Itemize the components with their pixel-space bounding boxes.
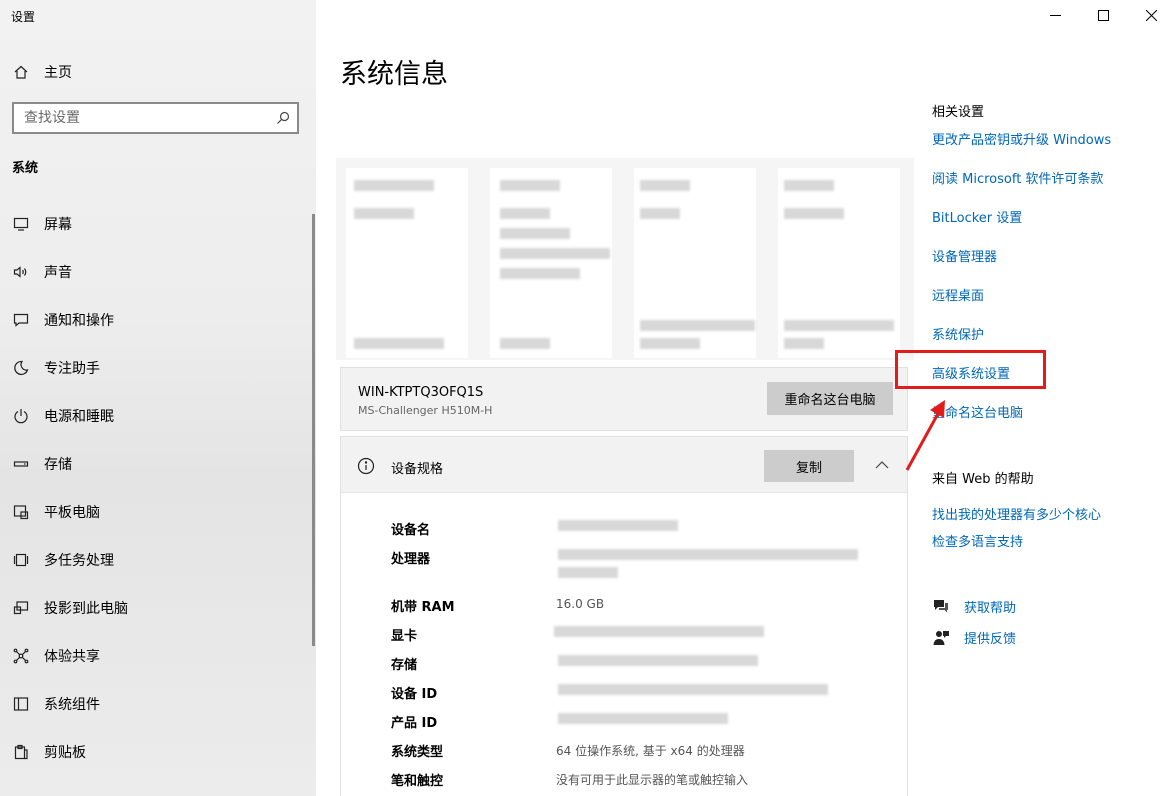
spec-label: 系统类型 bbox=[391, 745, 444, 760]
pc-name: WIN-KTPTQ3OFQ1S bbox=[358, 385, 484, 400]
spec-label: 产品 ID bbox=[391, 716, 438, 731]
arrow-annotation-icon bbox=[905, 400, 945, 471]
rename-pc-button[interactable]: 重命名这台电脑 bbox=[767, 382, 893, 415]
section-header-system: 系统 bbox=[12, 161, 39, 176]
clipboard-icon bbox=[12, 743, 30, 761]
moon-icon bbox=[12, 359, 30, 377]
security-cards bbox=[336, 158, 914, 360]
search-icon[interactable] bbox=[275, 110, 291, 126]
project-icon bbox=[12, 599, 30, 617]
sidebar-item-display[interactable]: 屏幕 bbox=[0, 200, 316, 248]
security-card[interactable] bbox=[778, 168, 900, 358]
close-icon bbox=[1145, 9, 1157, 21]
feedback-icon bbox=[933, 630, 949, 645]
related-settings-title: 相关设置 bbox=[932, 105, 985, 120]
spec-label: 笔和触控 bbox=[391, 774, 444, 789]
maximize-button[interactable] bbox=[1079, 0, 1127, 30]
feedback-link[interactable]: 提供反馈 bbox=[932, 628, 1016, 647]
maximize-icon bbox=[1097, 9, 1109, 21]
storage-icon bbox=[12, 455, 30, 473]
spec-label: 存储 bbox=[391, 658, 418, 673]
highlight-annotation-box bbox=[895, 350, 1046, 389]
notification-icon bbox=[12, 311, 30, 329]
link-bitlocker[interactable]: BitLocker 设置 bbox=[932, 207, 1022, 226]
device-specs-body: 设备名 处理器 机带 RAM 16.0 GB 显卡 存储 设备 ID 产品 ID… bbox=[341, 493, 907, 796]
link-processor-cores[interactable]: 找出我的处理器有多少个核心 bbox=[932, 504, 1101, 523]
copy-button[interactable]: 复制 bbox=[764, 450, 854, 482]
pc-model: MS-Challenger H510M-H bbox=[358, 404, 493, 417]
sidebar-item-power[interactable]: 电源和睡眠 bbox=[0, 392, 316, 440]
minimize-button[interactable] bbox=[1031, 0, 1079, 30]
search-input[interactable] bbox=[14, 104, 254, 132]
window-controls bbox=[1031, 0, 1175, 30]
sidebar-nav: 屏幕 声音 通知和操作 专注助手 电源和睡眠 存储 平板电脑 多任务处理 投影到… bbox=[0, 200, 316, 776]
device-specs-panel: 设备规格 复制 设备名 处理器 机带 RAM 16.0 GB 显卡 存储 设备 … bbox=[340, 436, 908, 796]
link-multilanguage-support[interactable]: 检查多语言支持 bbox=[932, 531, 1023, 550]
sidebar-item-focus-assist[interactable]: 专注助手 bbox=[0, 344, 316, 392]
spec-label: 设备 ID bbox=[391, 687, 438, 702]
chevron-up-icon[interactable] bbox=[874, 457, 890, 473]
main-content: 系统信息 WIN-KTPTQ3OFQ1S MS-Challenger H510M… bbox=[316, 0, 1175, 796]
window-title: 设置 bbox=[11, 10, 36, 24]
spec-label: 处理器 bbox=[391, 552, 431, 567]
multitask-icon bbox=[12, 551, 30, 569]
link-device-manager[interactable]: 设备管理器 bbox=[932, 246, 997, 265]
sidebar-item-tablet[interactable]: 平板电脑 bbox=[0, 488, 316, 536]
sidebar-item-shared-experiences[interactable]: 体验共享 bbox=[0, 632, 316, 680]
close-button[interactable] bbox=[1127, 0, 1175, 30]
security-card[interactable] bbox=[346, 168, 468, 358]
monitor-icon bbox=[12, 215, 30, 233]
home-icon bbox=[12, 63, 30, 81]
help-chat-icon bbox=[934, 599, 948, 612]
get-help-link[interactable]: 获取帮助 bbox=[932, 597, 1016, 616]
sidebar-item-clipboard[interactable]: 剪贴板 bbox=[0, 728, 316, 776]
sidebar-item-home[interactable]: 主页 bbox=[0, 56, 316, 88]
sidebar-item-system-components[interactable]: 系统组件 bbox=[0, 680, 316, 728]
device-specs-title: 设备规格 bbox=[391, 462, 444, 477]
minimize-icon bbox=[1049, 14, 1061, 16]
sidebar-item-notifications[interactable]: 通知和操作 bbox=[0, 296, 316, 344]
sidebar-item-project[interactable]: 投影到此电脑 bbox=[0, 584, 316, 632]
spec-label: 机带 RAM bbox=[391, 600, 455, 615]
speaker-icon bbox=[12, 263, 30, 281]
search-box[interactable] bbox=[12, 102, 299, 134]
spec-value: 没有可用于此显示器的笔或触控输入 bbox=[556, 773, 749, 787]
sidebar-item-storage[interactable]: 存储 bbox=[0, 440, 316, 488]
link-license-terms[interactable]: 阅读 Microsoft 软件许可条款 bbox=[932, 168, 1103, 187]
tablet-icon bbox=[12, 503, 30, 521]
spec-label: 设备名 bbox=[391, 523, 431, 538]
spec-value: 64 位操作系统, 基于 x64 的处理器 bbox=[556, 744, 745, 758]
components-icon bbox=[12, 695, 30, 713]
sidebar-item-sound[interactable]: 声音 bbox=[0, 248, 316, 296]
security-card[interactable] bbox=[490, 168, 612, 358]
power-icon bbox=[12, 407, 30, 425]
sidebar-item-label: 主页 bbox=[44, 65, 72, 81]
link-remote-desktop[interactable]: 远程桌面 bbox=[932, 285, 984, 304]
share-icon bbox=[12, 647, 30, 665]
info-icon bbox=[357, 457, 375, 475]
spec-label: 显卡 bbox=[391, 629, 418, 644]
web-help-title: 来自 Web 的帮助 bbox=[932, 472, 1034, 487]
security-card[interactable] bbox=[634, 168, 756, 358]
page-title: 系统信息 bbox=[340, 59, 448, 90]
spec-value: 16.0 GB bbox=[556, 597, 605, 611]
device-specs-header[interactable]: 设备规格 复制 bbox=[341, 437, 907, 493]
pc-name-panel: WIN-KTPTQ3OFQ1S MS-Challenger H510M-H 重命… bbox=[340, 367, 908, 431]
sidebar-item-multitasking[interactable]: 多任务处理 bbox=[0, 536, 316, 584]
sidebar: 设置 主页 系统 屏幕 声音 通知和操作 专注助手 电源和睡眠 bbox=[0, 0, 316, 796]
sidebar-scrollbar[interactable] bbox=[312, 214, 315, 646]
link-system-protection[interactable]: 系统保护 bbox=[932, 324, 984, 343]
link-change-product-key[interactable]: 更改产品密钥或升级 Windows bbox=[932, 129, 1111, 148]
